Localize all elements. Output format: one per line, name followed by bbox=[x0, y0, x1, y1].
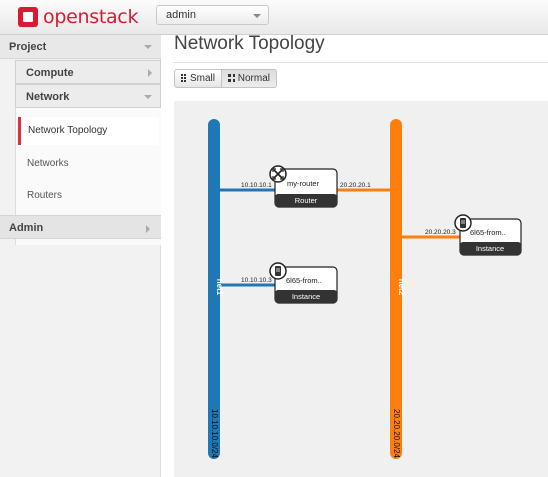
small-view-label: Small bbox=[189, 73, 215, 84]
sidebar-item-network-topology[interactable]: Network Topology bbox=[18, 117, 159, 145]
sidebar-group-label: Compute bbox=[26, 67, 74, 79]
port-ip-label: 20.20.20.1 bbox=[340, 182, 371, 189]
sidebar-panel-label: Project bbox=[9, 41, 47, 53]
small-view-button[interactable]: Small bbox=[174, 69, 222, 88]
server-icon bbox=[269, 262, 287, 280]
sidebar-item-routers[interactable]: Routers bbox=[18, 182, 159, 210]
project-selector[interactable]: admin bbox=[156, 5, 269, 25]
device-name: 6l65-from.. bbox=[470, 228, 506, 237]
router-icon bbox=[269, 165, 287, 183]
sidebar-group-compute[interactable]: Compute bbox=[15, 60, 161, 84]
chevron-right-icon bbox=[146, 225, 150, 233]
sidebar-panel-admin[interactable]: Admin bbox=[0, 215, 161, 239]
small-grid-icon bbox=[181, 74, 187, 82]
chevron-down-icon bbox=[144, 45, 152, 49]
device-name: my-router bbox=[287, 179, 320, 188]
sidebar-panel-label: Admin bbox=[9, 222, 44, 234]
sidebar-group-label: Network bbox=[26, 91, 70, 103]
openstack-logo[interactable]: openstack bbox=[18, 6, 138, 28]
sidebar-group-network[interactable]: Network bbox=[15, 84, 161, 108]
large-grid-icon bbox=[228, 74, 235, 82]
device-type: Instance bbox=[292, 292, 320, 301]
view-size-toggle: Small Normal bbox=[174, 69, 277, 88]
network-name: net1 bbox=[215, 279, 224, 296]
page-title: Network Topology bbox=[174, 33, 325, 54]
port-ip-label: 10.10.10.3 bbox=[241, 277, 272, 284]
network-name: net2 bbox=[397, 279, 406, 296]
port-ip-label: 10.10.10.1 bbox=[241, 182, 272, 189]
device-instance[interactable]: 6l65-from.. Instance bbox=[269, 262, 338, 304]
sidebar: Project Compute Network Network Topology… bbox=[0, 35, 161, 477]
network-cidr: 20.20.20.0/24 bbox=[392, 409, 401, 458]
normal-view-label: Normal bbox=[237, 73, 270, 84]
chevron-right-icon bbox=[148, 69, 152, 77]
device-type: Instance bbox=[476, 244, 504, 253]
device-type: Router bbox=[295, 196, 318, 205]
openstack-logo-icon bbox=[18, 7, 38, 27]
device-name: 6l65-from.. bbox=[286, 276, 322, 285]
port-ip-label: 20.20.20.3 bbox=[425, 229, 456, 236]
chevron-down-icon bbox=[253, 14, 261, 18]
topology-graph: net1 10.10.10.0/24 net2 20.20.20.0/24 10… bbox=[208, 119, 522, 459]
sidebar-panel-project[interactable]: Project bbox=[0, 35, 161, 59]
network-net1[interactable]: net1 10.10.10.0/24 bbox=[208, 119, 224, 459]
server-icon bbox=[454, 214, 472, 232]
top-navbar: openstack admin bbox=[0, 0, 548, 35]
brand-name: openstack bbox=[43, 6, 139, 28]
device-router[interactable]: my-router Router bbox=[269, 165, 338, 208]
normal-view-button[interactable]: Normal bbox=[222, 69, 277, 88]
topology-canvas: net1 10.10.10.0/24 net2 20.20.20.0/24 10… bbox=[174, 101, 548, 477]
sidebar-item-networks[interactable]: Networks bbox=[18, 150, 159, 178]
network-cidr: 10.10.10.0/24 bbox=[210, 409, 219, 458]
network-net2[interactable]: net2 20.20.20.0/24 bbox=[390, 119, 406, 459]
divider bbox=[173, 62, 548, 63]
project-selector-value: admin bbox=[166, 9, 196, 21]
device-instance[interactable]: 6l65-from.. Instance bbox=[454, 214, 522, 256]
chevron-down-icon bbox=[144, 95, 152, 99]
